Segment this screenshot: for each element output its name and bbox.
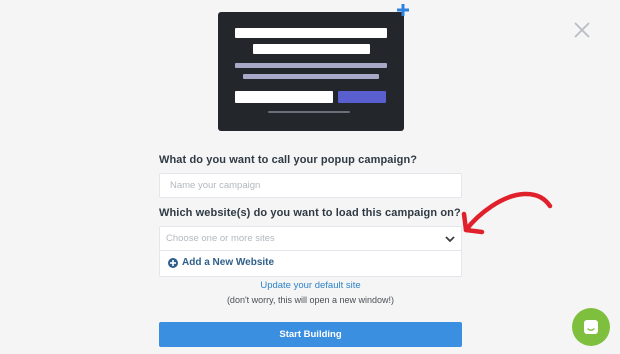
preview-input [235,91,333,103]
close-icon[interactable] [572,20,592,40]
preview-divider [268,111,350,113]
preview-headline-1 [235,28,387,38]
plus-circle-icon [168,257,178,268]
add-new-website-option[interactable]: Add a New Website [168,257,274,268]
chat-button[interactable] [572,308,610,346]
campaign-name-label: What do you want to call your popup camp… [159,154,418,166]
preview-headline-2 [253,44,370,54]
website-select[interactable]: Choose one or more sites [159,226,462,251]
new-window-note: (don't worry, this will open a new windo… [226,295,395,305]
popup-preview-illustration [218,12,404,131]
preview-text-2 [243,74,379,79]
preview-text-1 [235,63,387,68]
update-default-site-link[interactable]: Update your default site [159,280,462,291]
website-select-label: Which website(s) do you want to load thi… [159,207,461,219]
website-select-placeholder: Choose one or more sites [166,233,275,244]
preview-button [338,91,386,103]
start-building-button[interactable]: Start Building [159,322,462,347]
annotation-arrow-icon [461,191,553,235]
plus-icon [397,4,409,16]
website-dropdown: Add a New Website [159,251,462,277]
campaign-name-input[interactable]: Name your campaign [159,173,462,198]
add-new-website-label: Add a New Website [182,257,275,268]
chat-icon [584,320,598,334]
chevron-down-icon[interactable] [445,235,455,243]
